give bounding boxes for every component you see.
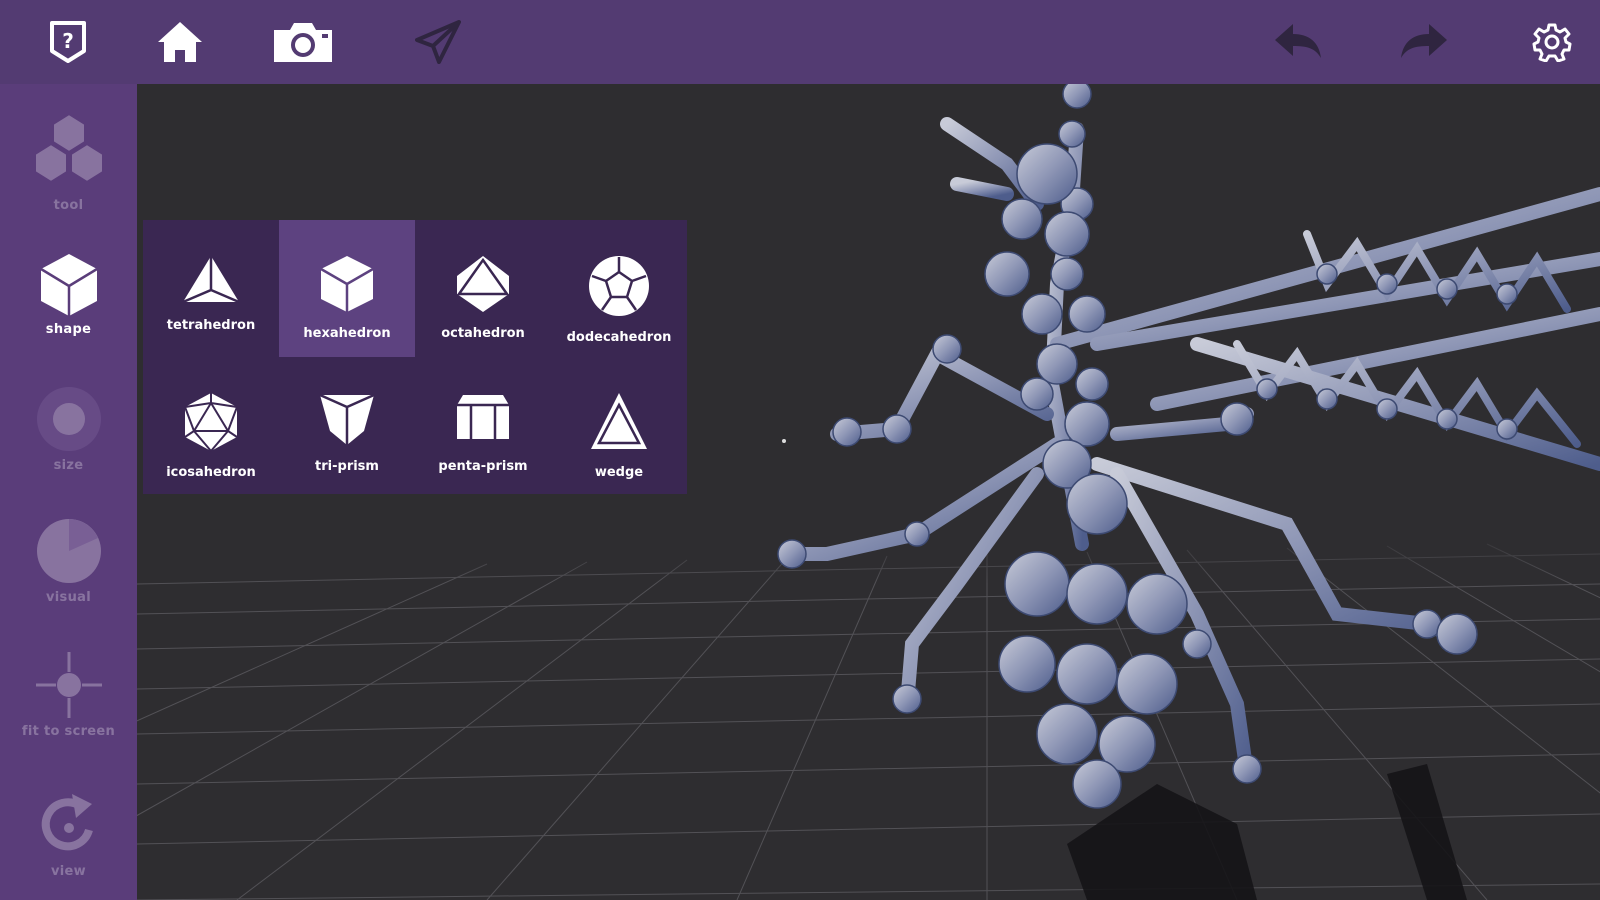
shape-option-label: dodecahedron bbox=[566, 330, 672, 345]
sidebar-item-shape[interactable]: shape bbox=[0, 252, 137, 337]
settings-button[interactable] bbox=[1522, 14, 1582, 70]
share-button[interactable] bbox=[408, 14, 468, 70]
redo-button[interactable] bbox=[1394, 14, 1454, 70]
tetrahedron-icon bbox=[143, 254, 279, 306]
tool-icon bbox=[0, 112, 137, 194]
sidebar-item-label: fit to screen bbox=[21, 724, 116, 739]
shape-option-dodecahedron[interactable]: dodecahedron bbox=[551, 220, 687, 357]
shape-option-tetrahedron[interactable]: tetrahedron bbox=[143, 220, 279, 357]
shape-option-penta-prism[interactable]: penta-prism bbox=[415, 357, 551, 494]
floor-grid bbox=[137, 543, 1600, 900]
penta-prism-icon bbox=[415, 391, 551, 447]
molecule-nodes bbox=[777, 84, 1518, 809]
icosahedron-icon bbox=[143, 391, 279, 453]
undo-icon bbox=[1273, 22, 1323, 62]
sidebar-item-view[interactable]: view bbox=[0, 790, 137, 879]
sidebar-item-label: shape bbox=[45, 322, 92, 337]
gear-icon bbox=[1532, 22, 1572, 62]
shape-option-label: tetrahedron bbox=[166, 318, 256, 333]
shape-option-hexahedron[interactable]: hexahedron bbox=[279, 220, 415, 357]
sidebar-item-tool[interactable]: tool bbox=[0, 112, 137, 213]
molecule-model bbox=[780, 117, 1600, 781]
undo-button[interactable] bbox=[1268, 14, 1328, 70]
model-shadow bbox=[1067, 764, 1467, 900]
home-button[interactable] bbox=[150, 14, 210, 70]
sidebar-item-label: size bbox=[53, 458, 84, 473]
size-icon bbox=[0, 384, 137, 454]
sidebar-item-fit-to-screen[interactable]: fit to screen bbox=[0, 650, 137, 739]
camera-icon bbox=[272, 20, 334, 64]
sidebar-item-label: visual bbox=[46, 590, 91, 605]
sidebar-item-visual[interactable]: visual bbox=[0, 516, 137, 605]
octahedron-icon bbox=[415, 254, 551, 314]
shape-option-label: penta-prism bbox=[438, 459, 528, 474]
shape-option-label: hexahedron bbox=[303, 326, 391, 341]
svg-text:?: ? bbox=[62, 29, 74, 53]
app-window: ? tool shape size visual fit to screen v… bbox=[0, 0, 1600, 900]
help-button[interactable]: ? bbox=[38, 14, 98, 70]
shape-option-wedge[interactable]: wedge bbox=[551, 357, 687, 494]
hexahedron-icon bbox=[279, 254, 415, 314]
shape-option-label: icosahedron bbox=[166, 465, 256, 480]
redo-icon bbox=[1399, 22, 1449, 62]
dodecahedron-icon bbox=[551, 254, 687, 318]
sidebar-item-label: view bbox=[51, 864, 86, 879]
cube-icon bbox=[0, 252, 137, 318]
shape-menu: tetrahedron hexahedron octahedron dodeca… bbox=[143, 220, 687, 494]
shape-option-tri-prism[interactable]: tri-prism bbox=[279, 357, 415, 494]
visual-icon bbox=[0, 516, 137, 586]
crosshair-icon bbox=[0, 650, 137, 720]
shape-option-label: wedge bbox=[594, 465, 644, 480]
cursor-dot bbox=[782, 439, 786, 443]
sidebar-item-size[interactable]: size bbox=[0, 384, 137, 473]
shape-option-icosahedron[interactable]: icosahedron bbox=[143, 357, 279, 494]
sidebar-item-label: tool bbox=[53, 198, 84, 213]
screenshot-button[interactable] bbox=[273, 14, 333, 70]
left-sidebar: tool shape size visual fit to screen vie… bbox=[0, 84, 137, 900]
send-icon bbox=[415, 20, 461, 64]
shape-option-label: tri-prism bbox=[315, 459, 379, 474]
tri-prism-icon bbox=[279, 391, 415, 447]
rotate-icon bbox=[0, 790, 137, 860]
shape-option-label: octahedron bbox=[441, 326, 525, 341]
home-icon bbox=[156, 20, 204, 64]
help-icon: ? bbox=[46, 19, 90, 65]
top-toolbar: ? bbox=[0, 0, 1600, 84]
shape-option-octahedron[interactable]: octahedron bbox=[415, 220, 551, 357]
wedge-icon bbox=[551, 391, 687, 453]
